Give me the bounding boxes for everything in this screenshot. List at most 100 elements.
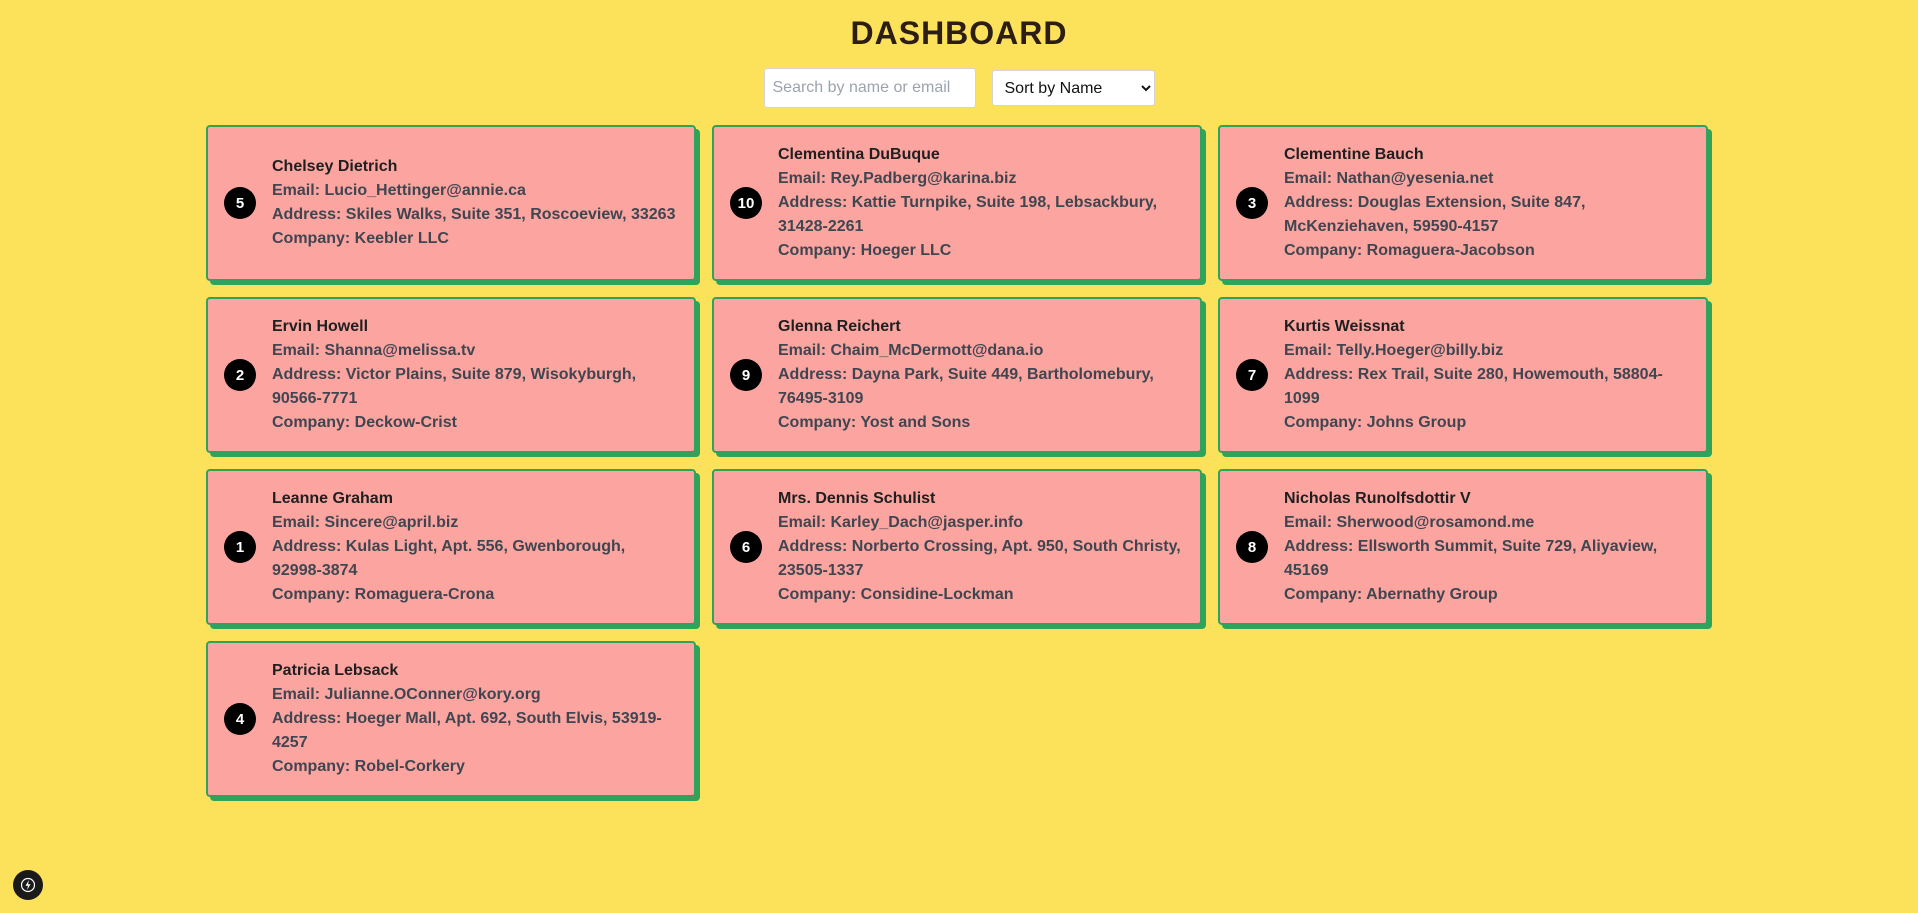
address-label: Address: (272, 206, 346, 223)
user-name: Clementine Bauch (1284, 146, 1424, 163)
user-name: Patricia Lebsack (272, 662, 399, 679)
user-address-line: Address: Skiles Walks, Suite 351, Roscoe… (272, 203, 675, 227)
address-label: Address: (778, 366, 852, 383)
company-label: Company: (272, 586, 355, 603)
user-id-badge: 3 (1236, 187, 1268, 219)
company-label: Company: (272, 414, 355, 431)
user-id-badge: 2 (224, 359, 256, 391)
user-email-line: Email: Chaim_McDermott@dana.io (778, 339, 1184, 363)
email-label: Email: (272, 686, 325, 703)
company-label: Company: (272, 230, 355, 247)
user-company: Abernathy Group (1366, 586, 1498, 603)
address-label: Address: (272, 710, 346, 727)
user-company: Johns Group (1366, 414, 1467, 431)
company-label: Company: (1284, 586, 1367, 603)
user-company-line: Company: Romaguera-Crona (272, 583, 678, 607)
user-email: Julianne.OConner@kory.org (324, 686, 541, 703)
user-info: Glenna Reichert Email: Chaim_McDermott@da… (778, 315, 1184, 435)
address-label: Address: (778, 194, 852, 211)
user-name: Mrs. Dennis Schulist (778, 490, 936, 507)
user-id-badge: 8 (1236, 531, 1268, 563)
user-id-badge: 1 (224, 531, 256, 563)
user-company: Hoeger LLC (860, 242, 952, 259)
user-name: Kurtis Weissnat (1284, 318, 1405, 335)
user-card-grid: 5 Chelsey Dietrich Email: Lucio_Hettinger@… (206, 125, 1712, 797)
user-company-line: Company: Considine-Lockman (778, 583, 1184, 607)
user-company-line: Company: Robel-Corkery (272, 755, 678, 779)
email-label: Email: (778, 514, 831, 531)
company-label: Company: (272, 758, 355, 775)
controls-bar: Sort by Name (0, 68, 1918, 108)
user-info: Clementine Bauch Email: Nathan@yesenia.ne… (1284, 143, 1690, 263)
user-info: Leanne Graham Email: Sincere@april.biz Add… (272, 487, 678, 607)
email-label: Email: (272, 182, 325, 199)
email-label: Email: (1284, 514, 1337, 531)
user-email: Karley_Dach@jasper.info (830, 514, 1024, 531)
company-label: Company: (778, 586, 861, 603)
user-email: Chaim_McDermott@dana.io (830, 342, 1044, 359)
user-email-line: Email: Telly.Hoeger@billy.biz (1284, 339, 1690, 363)
user-company: Yost and Sons (860, 414, 971, 431)
user-address-line: Address: Ellsworth Summit, Suite 729, Al… (1284, 535, 1690, 583)
email-label: Email: (272, 514, 325, 531)
user-card: 4 Patricia Lebsack Email: Julianne.OConner… (206, 641, 696, 797)
user-card: 5 Chelsey Dietrich Email: Lucio_Hettinger@… (206, 125, 696, 281)
user-company: Romaguera-Crona (354, 586, 495, 603)
user-address-line: Address: Kattie Turnpike, Suite 198, Leb… (778, 191, 1184, 239)
user-name: Clementina DuBuque (778, 146, 940, 163)
user-email: Shanna@melissa.tv (324, 342, 476, 359)
user-email-line: Email: Sincere@april.biz (272, 511, 678, 535)
user-company-line: Company: Keebler LLC (272, 227, 675, 251)
user-address-line: Address: Norberto Crossing, Apt. 950, So… (778, 535, 1184, 583)
company-label: Company: (1284, 242, 1367, 259)
sort-select[interactable]: Sort by Name (991, 70, 1155, 106)
user-address-line: Address: Rex Trail, Suite 280, Howemouth… (1284, 363, 1690, 411)
user-address-line: Address: Victor Plains, Suite 879, Wisok… (272, 363, 678, 411)
user-company-line: Company: Abernathy Group (1284, 583, 1690, 607)
email-label: Email: (272, 342, 325, 359)
user-company-line: Company: Yost and Sons (778, 411, 1184, 435)
user-id-badge: 6 (730, 531, 762, 563)
email-label: Email: (778, 342, 831, 359)
company-label: Company: (1284, 414, 1367, 431)
user-address-line: Address: Kulas Light, Apt. 556, Gwenboro… (272, 535, 678, 583)
email-label: Email: (1284, 170, 1337, 187)
user-info: Patricia Lebsack Email: Julianne.OConner@… (272, 659, 678, 779)
address-label: Address: (272, 538, 346, 555)
address-label: Address: (272, 366, 346, 383)
search-input[interactable] (763, 68, 976, 108)
user-id-badge: 5 (224, 187, 256, 219)
user-email: Sincere@april.biz (324, 514, 459, 531)
user-name: Chelsey Dietrich (272, 158, 398, 175)
company-label: Company: (778, 414, 861, 431)
company-label: Company: (778, 242, 861, 259)
user-card: 1 Leanne Graham Email: Sincere@april.biz Ad… (206, 469, 696, 625)
user-id-badge: 7 (1236, 359, 1268, 391)
user-id-badge: 10 (730, 187, 762, 219)
user-email-line: Email: Nathan@yesenia.net (1284, 167, 1690, 191)
dev-tools-button[interactable] (13, 870, 43, 900)
user-info: Chelsey Dietrich Email: Lucio_Hettinger@a… (272, 155, 675, 251)
user-info: Clementina DuBuque Email: Rey.Padberg@kar… (778, 143, 1184, 263)
user-email-line: Email: Karley_Dach@jasper.info (778, 511, 1184, 535)
user-card: 7 Kurtis Weissnat Email: Telly.Hoeger@bill… (1218, 297, 1708, 453)
user-company-line: Company: Deckow-Crist (272, 411, 678, 435)
user-company: Robel-Corkery (354, 758, 465, 775)
user-card: 9 Glenna Reichert Email: Chaim_McDermott@d… (712, 297, 1202, 453)
user-email-line: Email: Shanna@melissa.tv (272, 339, 678, 363)
user-card: 2 Ervin Howell Email: Shanna@melissa.tv Add… (206, 297, 696, 453)
user-name: Glenna Reichert (778, 318, 901, 335)
user-company: Keebler LLC (354, 230, 449, 247)
page-title: DASHBOARD (850, 15, 1068, 51)
user-company: Romaguera-Jacobson (1366, 242, 1535, 259)
address-label: Address: (1284, 366, 1358, 383)
user-name: Ervin Howell (272, 318, 369, 335)
user-email-line: Email: Sherwood@rosamond.me (1284, 511, 1690, 535)
user-company-line: Company: Hoeger LLC (778, 239, 1184, 263)
address-label: Address: (1284, 194, 1358, 211)
email-label: Email: (778, 170, 831, 187)
user-address: Skiles Walks, Suite 351, Roscoeview, 332… (345, 206, 676, 223)
user-email: Nathan@yesenia.net (1336, 170, 1494, 187)
email-label: Email: (1284, 342, 1337, 359)
user-info: Mrs. Dennis Schulist Email: Karley_Dach@j… (778, 487, 1184, 607)
